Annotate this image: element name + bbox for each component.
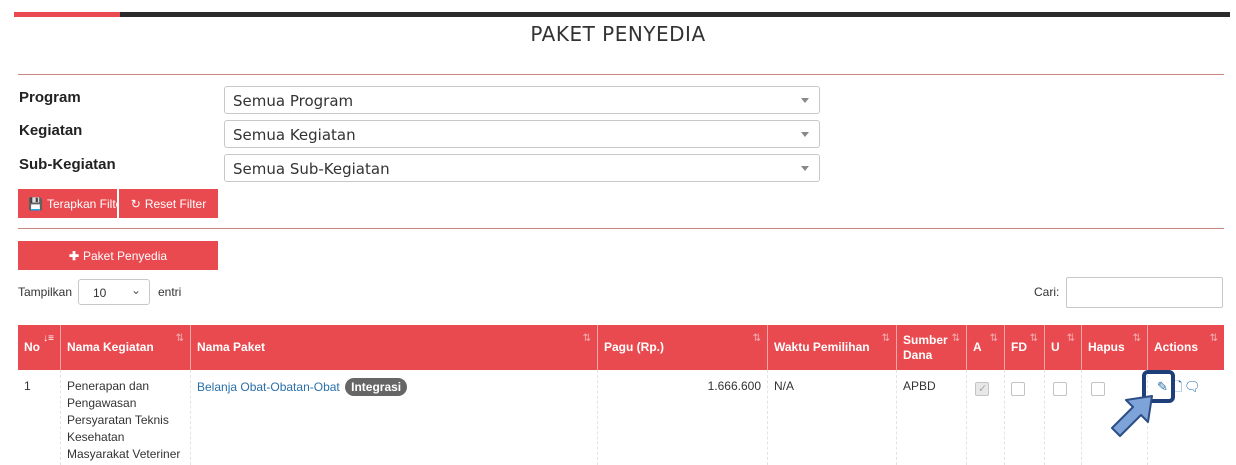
sort-icon: ⇅ bbox=[989, 333, 998, 344]
column-header-nama-paket[interactable]: Nama Paket ⇅ bbox=[191, 325, 598, 370]
reset-filter-label: Reset Filter bbox=[144, 196, 207, 211]
pointer-arrow-icon bbox=[1111, 395, 1153, 437]
cell-nama-kegiatan: Penerapan dan Pengawasan Persyaratan Tek… bbox=[61, 370, 191, 465]
sort-icon: ⇅ bbox=[175, 333, 184, 344]
column-header-waktu-pemilihan[interactable]: Waktu Pemilihan ⇅ bbox=[768, 325, 897, 370]
column-header-hapus[interactable]: Hapus ⇅ bbox=[1082, 325, 1148, 370]
table-header: No ↓≡ Nama Kegiatan ⇅ Nama Paket ⇅ Pagu (Rp… bbox=[18, 325, 1224, 370]
top-bar-accent bbox=[14, 12, 120, 17]
column-header-a[interactable]: A ⇅ bbox=[967, 325, 1005, 370]
apply-filter-label: Terapkan Filter bbox=[46, 196, 117, 211]
add-package-label: Paket Penyedia bbox=[83, 248, 168, 263]
sub-kegiatan-select[interactable]: Semua Sub-Kegiatan bbox=[224, 154, 820, 182]
program-select[interactable]: Semua Program bbox=[224, 86, 820, 114]
divider bbox=[18, 228, 1224, 229]
reset-filter-button[interactable]: ↻ Reset Filter bbox=[119, 189, 218, 218]
sort-icon: ⇅ bbox=[1132, 333, 1141, 344]
caret-down-icon bbox=[801, 98, 809, 103]
plus-icon: ✚ bbox=[68, 248, 79, 263]
column-header-pagu[interactable]: Pagu (Rp.) ⇅ bbox=[598, 325, 768, 370]
cell-no: 1 bbox=[18, 370, 61, 465]
page-title: PAKET PENYEDIA bbox=[530, 22, 706, 46]
checkbox-u[interactable] bbox=[1053, 382, 1067, 396]
sub-kegiatan-select-value: Semua Sub-Kegiatan bbox=[233, 160, 390, 178]
package-link[interactable]: Belanja Obat-Obatan-Obat bbox=[197, 380, 340, 394]
length-label: Tampilkan bbox=[18, 285, 73, 299]
sort-asc-icon: ↓≡ bbox=[43, 333, 54, 344]
refresh-icon: ↻ bbox=[130, 196, 141, 211]
cell-sumber-dana: APBD bbox=[897, 370, 967, 465]
column-header-fd[interactable]: FD ⇅ bbox=[1005, 325, 1045, 370]
integration-badge: Integrasi bbox=[345, 378, 408, 396]
column-header-actions[interactable]: Actions ⇅ bbox=[1148, 325, 1224, 370]
column-header-nama-kegiatan[interactable]: Nama Kegiatan ⇅ bbox=[61, 325, 191, 370]
sort-icon: ⇅ bbox=[1066, 333, 1075, 344]
length-suffix: entri bbox=[158, 285, 182, 299]
kegiatan-select-value: Semua Kegiatan bbox=[233, 126, 356, 144]
program-select-value: Semua Program bbox=[233, 92, 354, 110]
filter-label-program: Program bbox=[19, 89, 81, 106]
sort-icon: ⇅ bbox=[1209, 333, 1218, 344]
cell-nama-paket: Belanja Obat-Obatan-Obat Integrasi bbox=[191, 370, 598, 465]
checkbox-hapus[interactable] bbox=[1091, 382, 1105, 396]
save-icon: 💾 bbox=[28, 196, 43, 211]
cell-a bbox=[967, 370, 1005, 465]
cell-waktu-pemilihan: N/A bbox=[768, 370, 897, 465]
length-select[interactable]: 10 ⌄ bbox=[78, 279, 150, 305]
cell-u bbox=[1045, 370, 1082, 465]
comment-icon[interactable]: 🗨 bbox=[1184, 378, 1201, 395]
sort-icon: ⇅ bbox=[881, 333, 890, 344]
kegiatan-select[interactable]: Semua Kegiatan bbox=[224, 120, 820, 148]
search-input[interactable] bbox=[1066, 277, 1223, 308]
add-package-button[interactable]: ✚ Paket Penyedia bbox=[18, 241, 218, 270]
sort-icon: ⇅ bbox=[951, 333, 960, 344]
sort-icon: ⇅ bbox=[752, 333, 761, 344]
caret-down-icon bbox=[801, 132, 809, 137]
column-header-no[interactable]: No ↓≡ bbox=[18, 325, 61, 370]
divider bbox=[18, 74, 1224, 75]
search-label: Cari: bbox=[1034, 285, 1060, 299]
table-row: 1 Penerapan dan Pengawasan Persyaratan T… bbox=[18, 370, 1224, 465]
column-header-sumber-dana[interactable]: Sumber Dana ⇅ bbox=[897, 325, 967, 370]
apply-filter-button[interactable]: 💾 Terapkan Filter bbox=[18, 189, 117, 218]
caret-down-icon bbox=[801, 166, 809, 171]
sort-icon: ⇅ bbox=[582, 333, 591, 344]
checkbox-a[interactable] bbox=[975, 381, 989, 398]
top-bar bbox=[14, 12, 1230, 17]
checkbox-fd[interactable] bbox=[1011, 382, 1025, 396]
cell-pagu: 1.666.600 bbox=[598, 370, 768, 465]
sort-icon: ⇅ bbox=[1029, 333, 1038, 344]
length-value: 10 bbox=[93, 286, 107, 300]
column-header-u[interactable]: U ⇅ bbox=[1045, 325, 1082, 370]
filter-label-kegiatan: Kegiatan bbox=[19, 122, 83, 139]
filter-label-sub-kegiatan: Sub-Kegiatan bbox=[19, 156, 116, 173]
chevron-down-icon: ⌄ bbox=[130, 283, 141, 297]
cell-fd bbox=[1005, 370, 1045, 465]
